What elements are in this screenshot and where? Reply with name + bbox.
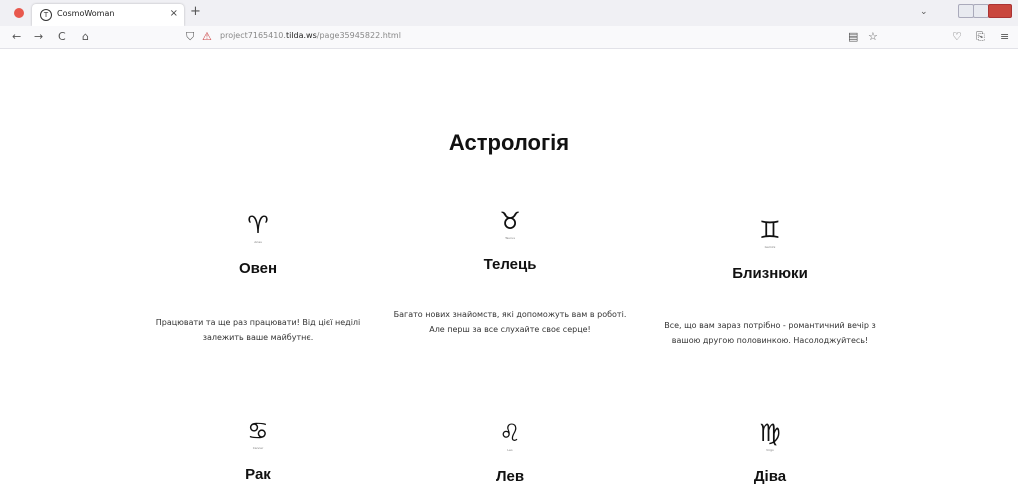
sign-name: Рак <box>245 466 271 483</box>
aries-icon: ♈ <box>247 211 269 239</box>
url-prefix: project7165410. <box>220 31 286 40</box>
sign-caption: Taurus <box>505 236 515 240</box>
browser-tab-bar: T CosmoWoman × + ⌄ <box>0 0 1018 26</box>
forward-icon[interactable]: → <box>34 30 43 44</box>
insecure-lock-icon[interactable]: ⚠ <box>202 30 212 44</box>
tab-title: CosmoWoman <box>57 9 115 18</box>
new-tab-button[interactable]: + <box>190 5 201 19</box>
sign-caption: Virgo <box>766 448 774 452</box>
tab-cosmowoman[interactable]: T CosmoWoman × <box>32 4 184 26</box>
sign-description: Багато нових знайомств, які допоможуть в… <box>393 310 627 334</box>
cancer-icon: ♋ <box>247 417 269 445</box>
sign-caption: Cancer <box>252 446 264 450</box>
url-path: /page35945822.html <box>316 31 401 40</box>
close-window-button[interactable] <box>988 4 1012 18</box>
list-all-tabs-icon[interactable]: ⌄ <box>920 7 928 17</box>
page-title: Астрологія <box>448 130 570 155</box>
address-bar[interactable]: project7165410.tilda.ws/page35945822.htm… <box>220 31 401 40</box>
reader-view-icon[interactable]: ▤ <box>848 30 858 44</box>
pocket-icon[interactable]: ♡ <box>952 30 962 44</box>
minimize-button[interactable] <box>958 4 974 18</box>
browser-nav-bar: ← → C ⌂ ⛉ ⚠ project7165410.tilda.ws/page… <box>0 26 1018 49</box>
sign-taurus: ♉ Taurus Телець <box>410 206 610 273</box>
sign-caption: Aries <box>254 240 262 244</box>
shield-icon[interactable]: ⛉ <box>186 30 194 44</box>
sign-name: Близнюки <box>732 265 808 282</box>
reload-icon[interactable]: C <box>58 30 66 44</box>
sign-description: Працювати та ще раз працювати! Від цієї … <box>155 318 361 342</box>
maximize-button[interactable] <box>973 4 989 18</box>
menu-icon[interactable]: ≡ <box>1000 30 1009 44</box>
page-content: Астрологія ♈ Aries Овен Працювати та ще … <box>0 48 1018 502</box>
sign-description: Все, що вам зараз потрібно - романтичний… <box>664 321 876 345</box>
taurus-icon: ♉ <box>499 207 521 235</box>
sign-caption: Gemini <box>764 245 776 249</box>
gemini-icon: ♊ <box>759 216 781 244</box>
sign-caption: Leo <box>507 448 513 452</box>
tilda-favicon-icon: T <box>40 9 52 21</box>
leo-icon: ♌ <box>499 419 521 447</box>
sign-cancer: ♋ Cancer Рак <box>158 416 358 483</box>
share-icon[interactable]: ⎘ <box>976 30 985 44</box>
sign-name: Лев <box>495 468 525 485</box>
bookmark-star-icon[interactable]: ☆ <box>868 30 878 44</box>
sign-gemini: ♊ Gemini Близнюки <box>670 215 870 282</box>
sign-name: Телець <box>483 256 537 273</box>
sign-virgo: ♍ Virgo Діва <box>670 418 870 485</box>
virgo-icon: ♍ <box>759 419 781 447</box>
sign-leo: ♌ Leo Лев <box>410 418 610 485</box>
sign-name: Овен <box>238 260 278 277</box>
url-domain: tilda.ws <box>285 31 317 40</box>
home-icon[interactable]: ⌂ <box>82 30 89 44</box>
firefox-icon[interactable] <box>14 8 24 18</box>
window-controls <box>958 2 1012 18</box>
close-tab-icon[interactable]: × <box>170 8 178 19</box>
sign-name: Діва <box>753 468 787 485</box>
back-icon[interactable]: ← <box>12 30 21 44</box>
sign-aries: ♈ Aries Овен <box>158 210 358 277</box>
